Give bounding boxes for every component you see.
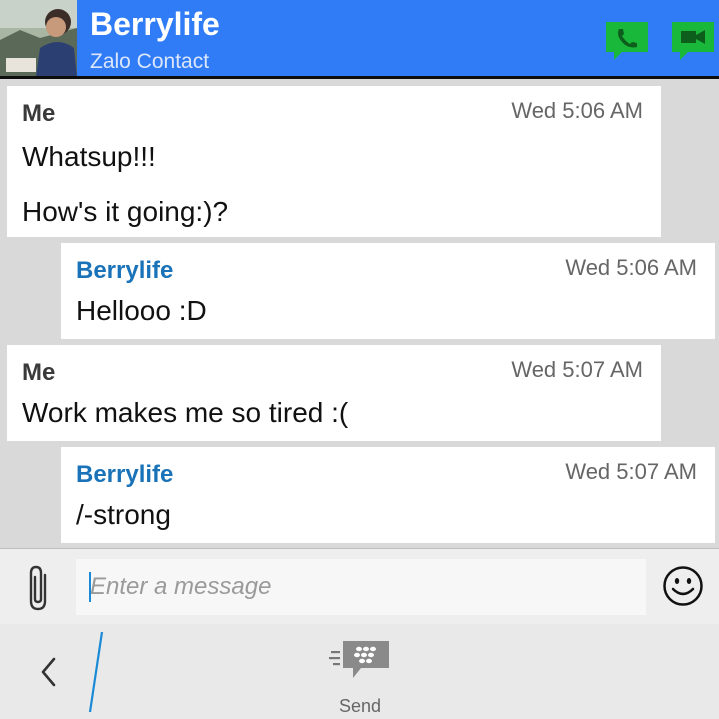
- chevron-left-icon: [41, 657, 56, 687]
- message-bubble-outgoing[interactable]: Me Wed 5:07 AM Work makes me so tired :(: [7, 345, 661, 441]
- smiley-icon: [663, 566, 703, 606]
- video-call-button[interactable]: [672, 22, 714, 60]
- chat-header: Berrylife Zalo Contact: [0, 0, 719, 78]
- message-time: Wed 5:06 AM: [565, 255, 697, 280]
- message-sender: Berrylife: [76, 461, 174, 488]
- message-text: Work makes me so tired :(: [22, 397, 349, 428]
- emoji-button[interactable]: [662, 565, 704, 607]
- conversation-area[interactable]: Me Wed 5:06 AM Whatsup!!! How's it going…: [0, 79, 719, 549]
- video-chat-icon: [672, 22, 714, 60]
- action-bar: Send: [0, 624, 719, 719]
- message-text: Whatsup!!!: [22, 141, 156, 172]
- send-label: Send: [338, 696, 382, 716]
- attach-button[interactable]: [24, 563, 54, 613]
- contact-subtitle: Zalo Contact: [90, 50, 210, 73]
- action-bar-divider: [86, 630, 106, 714]
- message-sender: Me: [22, 359, 56, 386]
- avatar[interactable]: [0, 0, 77, 77]
- message-time: Wed 5:06 AM: [511, 98, 643, 123]
- message-sender: Berrylife: [76, 257, 174, 284]
- send-button[interactable]: Send: [320, 638, 400, 716]
- contact-name: Berrylife: [90, 6, 220, 42]
- text-caret: [89, 572, 91, 602]
- paperclip-icon: [29, 565, 47, 611]
- message-time: Wed 5:07 AM: [511, 357, 643, 382]
- phone-icon: [606, 22, 648, 60]
- message-sender: Me: [22, 100, 56, 127]
- message-input[interactable]: [76, 559, 646, 615]
- message-time: Wed 5:07 AM: [565, 459, 697, 484]
- message-bubble-incoming[interactable]: Berrylife Wed 5:07 AM /-strong: [61, 447, 715, 543]
- bbm-send-icon: [329, 638, 391, 682]
- voice-call-button[interactable]: [606, 22, 648, 60]
- message-composer: [0, 548, 719, 624]
- message-text: How's it going:)?: [22, 196, 229, 227]
- back-button[interactable]: [36, 654, 62, 690]
- message-text: Hellooo :D: [76, 295, 207, 326]
- message-bubble-incoming[interactable]: Berrylife Wed 5:06 AM Hellooo :D: [61, 243, 715, 339]
- message-bubble-outgoing[interactable]: Me Wed 5:06 AM Whatsup!!! How's it going…: [7, 86, 661, 237]
- message-text: /-strong: [76, 499, 171, 530]
